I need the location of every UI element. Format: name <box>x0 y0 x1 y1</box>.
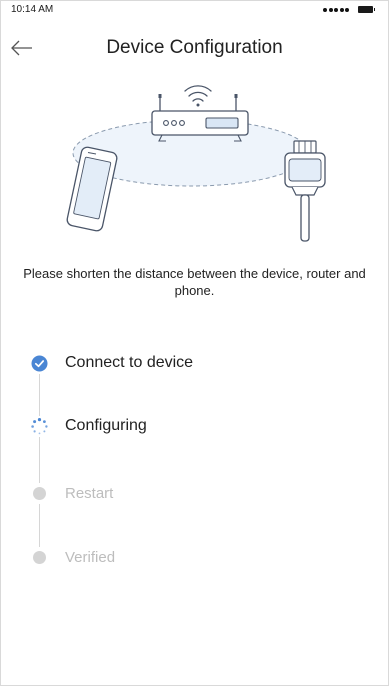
spinner-icon <box>29 415 50 437</box>
step-label: Verified <box>65 548 116 566</box>
plug-device-icon <box>284 140 326 242</box>
step-label: Connect to device <box>65 354 194 371</box>
step-verified: Verified <box>29 545 115 569</box>
pending-dot-icon <box>29 482 50 504</box>
device-configuration-screen: 10:14 AM Device Configuration Please sho… <box>0 0 389 686</box>
configuration-steps: Connect to device Configuring Restart Ve… <box>1 331 388 591</box>
status-bar: 10:14 AM <box>1 1 388 19</box>
step-label: Configuring <box>65 417 147 434</box>
pending-dot-icon <box>29 546 50 568</box>
signal-dots-icon <box>323 8 349 12</box>
device-illustration <box>66 85 326 242</box>
check-circle-icon <box>29 352 50 374</box>
battery-icon <box>358 6 375 13</box>
distance-instruction: Please shorten the distance between the … <box>23 266 366 298</box>
wifi-icon <box>184 85 212 107</box>
step-label: Restart <box>65 484 114 502</box>
step-connect-to-device: Connect to device <box>29 351 193 375</box>
phone-icon <box>66 146 118 232</box>
step-configuring: Configuring <box>29 414 147 438</box>
status-time: 10:14 AM <box>11 4 54 15</box>
page-title: Device Configuration <box>106 37 283 58</box>
router-icon <box>151 94 249 142</box>
step-restart: Restart <box>29 481 113 505</box>
